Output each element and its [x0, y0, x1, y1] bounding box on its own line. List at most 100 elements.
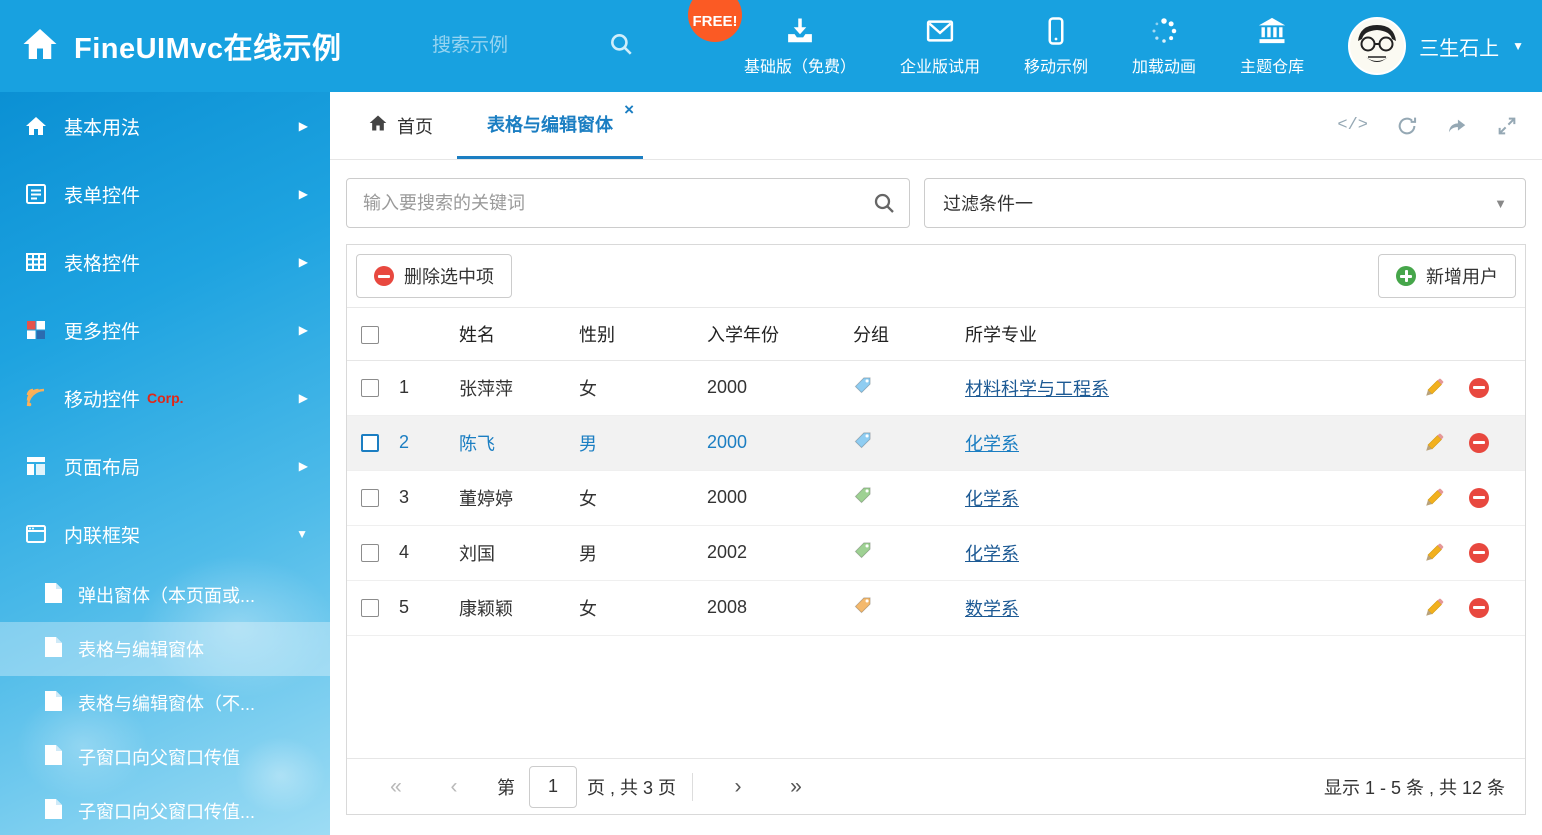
nav-item-loading-animation[interactable]: 加载动画 — [1110, 0, 1218, 92]
table-row[interactable]: 2 陈飞 男 2000 化学系 — [347, 415, 1525, 470]
tab-label: 表格与编辑窗体 — [487, 111, 613, 137]
sidebar-subitem-grid-edit-window[interactable]: 表格与编辑窗体 — [0, 622, 330, 676]
form-icon — [22, 181, 49, 208]
nav-item-enterprise-trial[interactable]: 企业版试用 — [878, 0, 1002, 92]
sidebar-item-basic-usage[interactable]: 基本用法 ▶ — [0, 92, 330, 160]
home-icon — [22, 113, 49, 140]
table-row[interactable]: 3 董婷婷 女 2000 化学系 — [347, 470, 1525, 525]
chevron-right-icon: ▶ — [299, 187, 308, 201]
first-page-button[interactable]: « — [367, 775, 425, 799]
tab-grid-edit-window[interactable]: 表格与编辑窗体 × — [457, 92, 643, 159]
delete-icon[interactable] — [1469, 598, 1489, 618]
nav-item-mobile-demo[interactable]: 移动示例 — [1002, 0, 1110, 92]
add-button-label: 新增用户 — [1426, 263, 1498, 289]
column-header-gender: 性别 — [579, 308, 707, 360]
grid-toolbar: 删除选中项 新增用户 — [347, 245, 1525, 308]
major-link[interactable]: 数学系 — [965, 599, 1019, 619]
edit-icon[interactable] — [1423, 432, 1445, 454]
top-nav: 基础版（免费） 企业版试用 移动示例 加载动画 — [722, 0, 1326, 92]
cell-year: 2000 — [707, 470, 853, 525]
cell-name: 张萍萍 — [459, 360, 579, 415]
avatar[interactable] — [1348, 17, 1406, 75]
sidebar-item-grid-controls[interactable]: 表格控件 ▶ — [0, 228, 330, 296]
delete-icon[interactable] — [1469, 543, 1489, 563]
row-number: 5 — [399, 580, 459, 635]
row-checkbox[interactable] — [361, 379, 379, 397]
chevron-right-icon: ▶ — [299, 255, 308, 269]
sidebar-item-form-controls[interactable]: 表单控件 ▶ — [0, 160, 330, 228]
nav-item-basic-free[interactable]: 基础版（免费） — [722, 0, 878, 92]
filter-dropdown[interactable]: 过滤条件一 ▼ — [924, 178, 1526, 228]
chevron-down-icon: ▼ — [1494, 196, 1507, 211]
share-icon[interactable] — [1446, 115, 1468, 137]
file-icon — [44, 636, 63, 663]
delete-icon[interactable] — [1469, 378, 1489, 398]
delete-selected-button[interactable]: 删除选中项 — [356, 254, 512, 298]
sidebar-subitem-label: 表格与编辑窗体 — [78, 636, 204, 662]
major-link[interactable]: 材料科学与工程系 — [965, 379, 1109, 399]
edit-icon[interactable] — [1423, 487, 1445, 509]
prev-page-button[interactable]: ‹ — [425, 775, 483, 799]
edit-icon[interactable] — [1423, 542, 1445, 564]
major-link[interactable]: 化学系 — [965, 434, 1019, 454]
refresh-icon[interactable] — [1396, 115, 1418, 137]
sidebar-item-mobile-controls[interactable]: 移动控件 Corp. ▶ — [0, 364, 330, 432]
file-icon — [44, 690, 63, 717]
page-number-input[interactable] — [529, 766, 577, 808]
sidebar-subitem-child-to-parent[interactable]: 子窗口向父窗口传值 — [0, 730, 330, 784]
select-all-checkbox[interactable] — [361, 326, 379, 344]
envelope-icon — [925, 16, 955, 46]
table-row[interactable]: 4 刘国 男 2002 化学系 — [347, 525, 1525, 580]
column-header-name: 姓名 — [459, 308, 579, 360]
search-icon[interactable] — [608, 31, 634, 62]
bank-icon — [1257, 16, 1287, 46]
next-page-button[interactable]: › — [709, 775, 767, 799]
search-icon[interactable] — [872, 191, 896, 220]
sidebar-item-more-controls[interactable]: 更多控件 ▶ — [0, 296, 330, 364]
delete-icon[interactable] — [1469, 433, 1489, 453]
tab-home[interactable]: 首页 — [344, 92, 457, 159]
sidebar-subitem-label: 表格与编辑窗体（不... — [78, 690, 255, 716]
row-checkbox[interactable] — [361, 599, 379, 617]
tab-label: 首页 — [397, 113, 433, 139]
file-icon — [44, 798, 63, 825]
sidebar-subitem-child-to-parent-2[interactable]: 子窗口向父窗口传值... — [0, 784, 330, 835]
major-link[interactable]: 化学系 — [965, 544, 1019, 564]
header-search-input[interactable] — [432, 35, 582, 57]
source-code-icon[interactable]: </> — [1337, 116, 1368, 135]
edit-icon[interactable] — [1423, 597, 1445, 619]
sidebar-item-label: 内联框架 — [64, 521, 140, 548]
nav-item-label: 加载动画 — [1132, 53, 1196, 77]
file-icon — [44, 744, 63, 771]
sidebar-subitem-popup-window[interactable]: 弹出窗体（本页面或... — [0, 568, 330, 622]
row-number: 3 — [399, 470, 459, 525]
row-checkbox[interactable] — [361, 489, 379, 507]
row-checkbox[interactable] — [361, 544, 379, 562]
sidebar: 基本用法 ▶ 表单控件 ▶ 表格控件 ▶ 更多控件 ▶ 移动控件 Corp. ▶ — [0, 92, 330, 835]
header-search — [432, 0, 634, 92]
row-number: 1 — [399, 360, 459, 415]
add-user-button[interactable]: 新增用户 — [1378, 254, 1516, 298]
cell-year: 2000 — [707, 415, 853, 470]
table-row[interactable]: 5 康颖颖 女 2008 数学系 — [347, 580, 1525, 635]
home-icon — [368, 113, 388, 138]
fullscreen-icon[interactable] — [1496, 115, 1518, 137]
edit-icon[interactable] — [1423, 377, 1445, 399]
nav-item-theme-store[interactable]: 主题仓库 — [1218, 0, 1326, 92]
row-number: 2 — [399, 415, 459, 470]
close-icon[interactable]: × — [624, 101, 634, 118]
sidebar-subitem-grid-edit-window-2[interactable]: 表格与编辑窗体（不... — [0, 676, 330, 730]
corp-badge: Corp. — [147, 390, 184, 406]
keyword-search-input[interactable] — [346, 178, 910, 228]
sidebar-item-iframe[interactable]: 内联框架 ▼ — [0, 500, 330, 568]
blocks-icon — [22, 317, 49, 344]
table-row[interactable]: 1 张萍萍 女 2000 材料科学与工程系 — [347, 360, 1525, 415]
delete-icon[interactable] — [1469, 488, 1489, 508]
last-page-button[interactable]: » — [767, 775, 825, 799]
major-link[interactable]: 化学系 — [965, 489, 1019, 509]
sidebar-item-page-layout[interactable]: 页面布局 ▶ — [0, 432, 330, 500]
row-checkbox[interactable] — [361, 434, 379, 452]
user-menu[interactable]: 三生石上 ▼ — [1348, 0, 1524, 92]
cell-name: 董婷婷 — [459, 470, 579, 525]
plus-circle-icon — [1396, 266, 1416, 286]
